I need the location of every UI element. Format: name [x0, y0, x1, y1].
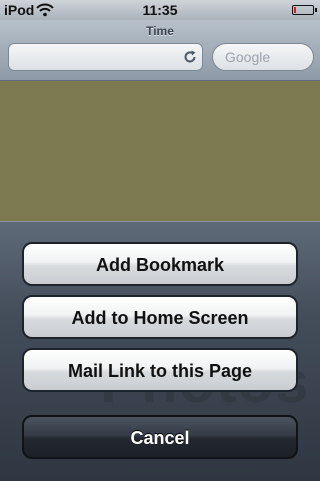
cancel-button[interactable]: Cancel	[22, 415, 298, 459]
mail-link-button[interactable]: Mail Link to this Page	[22, 348, 298, 392]
page-content	[0, 81, 320, 221]
status-time: 11:35	[142, 2, 178, 18]
add-to-home-screen-button[interactable]: Add to Home Screen	[22, 295, 298, 339]
browser-header: Time Google	[0, 20, 320, 81]
url-field[interactable]	[8, 43, 203, 71]
action-sheet: Photos Add Bookmark Add to Home Screen M…	[0, 221, 320, 481]
status-bar: iPod 11:35	[0, 0, 320, 20]
add-bookmark-button[interactable]: Add Bookmark	[22, 242, 298, 286]
reload-icon[interactable]	[182, 49, 198, 65]
page-title: Time	[146, 24, 174, 38]
battery-icon	[292, 5, 317, 15]
battery-level-indicator	[294, 7, 296, 13]
search-field[interactable]: Google	[212, 43, 314, 71]
